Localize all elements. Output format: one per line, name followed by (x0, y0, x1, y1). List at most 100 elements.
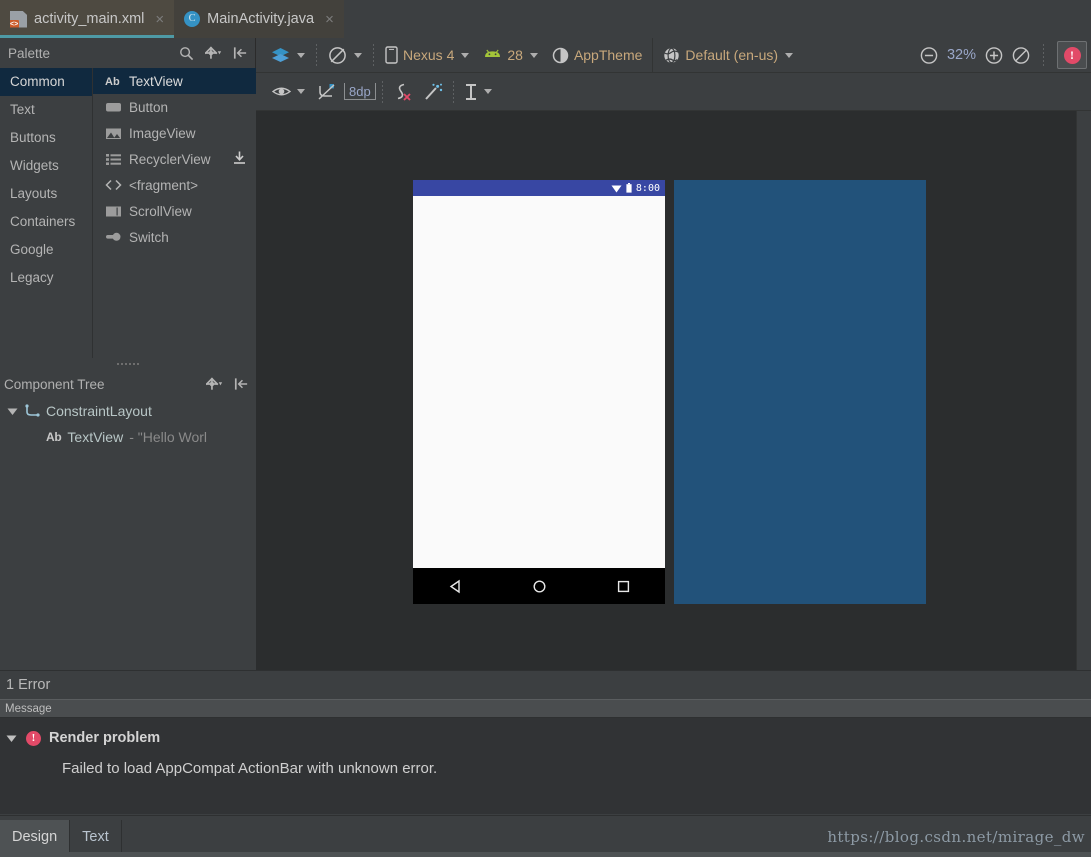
button-icon (105, 100, 122, 115)
close-icon[interactable]: × (325, 12, 334, 27)
globe-icon (663, 47, 680, 64)
design-toolbar: Nexus 4 28 AppTheme Default (en-us) 32% … (256, 37, 1091, 73)
battery-icon (626, 183, 632, 193)
palette-toolbar (177, 44, 249, 62)
tree-row-textview[interactable]: Ab TextView - "Hello Worl (0, 424, 256, 450)
palette-title: Palette (8, 45, 51, 61)
clear-constraints-button[interactable] (387, 80, 418, 104)
close-icon[interactable]: × (155, 12, 164, 27)
blueprint-preview[interactable] (674, 180, 926, 604)
palette-category-layouts[interactable]: Layouts (0, 180, 92, 208)
device-preview[interactable]: 8:00 (413, 180, 665, 604)
infer-constraints-button[interactable] (418, 80, 449, 104)
tree-row-constraintlayout[interactable]: ConstraintLayout (0, 398, 256, 424)
chevron-down-icon[interactable] (6, 405, 19, 418)
palette-item-switch[interactable]: Switch (93, 224, 256, 250)
device-content-area[interactable] (413, 196, 665, 568)
palette-item-label: <fragment> (129, 177, 199, 193)
right-tool-dock[interactable] (1076, 111, 1091, 670)
guidelines-button[interactable] (458, 80, 498, 104)
device-selector[interactable]: Nexus 4 (378, 42, 476, 68)
recyclerview-icon (105, 152, 122, 167)
component-tree-toolbar (205, 375, 250, 393)
palette-item-scrollview[interactable]: ScrollView (93, 198, 256, 224)
palette-category-buttons[interactable]: Buttons (0, 124, 92, 152)
toolbar-divider (373, 44, 374, 66)
xml-file-icon (10, 10, 27, 28)
default-margin-value[interactable]: 8dp (344, 83, 376, 100)
palette-category-legacy[interactable]: Legacy (0, 264, 92, 292)
tab-text[interactable]: Text (70, 820, 122, 853)
collapse-panel-icon[interactable] (232, 375, 250, 393)
palette-item-button[interactable]: Button (93, 94, 256, 120)
locale-selector[interactable]: Default (en-us) (656, 42, 800, 68)
palette-item-list: Ab TextView Button ImageView RecyclerVie… (93, 68, 256, 358)
panel-splitter[interactable] (0, 358, 256, 370)
scrollview-icon (105, 204, 122, 219)
view-options-button[interactable] (266, 80, 311, 104)
recents-square-icon[interactable] (616, 579, 631, 594)
toolbar-divider (652, 37, 654, 73)
chevron-down-icon (785, 52, 794, 58)
home-circle-icon[interactable] (532, 579, 547, 594)
textview-icon: Ab (105, 74, 122, 89)
device-status-bar: 8:00 (413, 180, 665, 196)
palette-category-common[interactable]: Common (0, 68, 92, 96)
download-icon[interactable] (233, 151, 246, 165)
design-canvas[interactable]: 8:00 (256, 111, 1091, 670)
theme-selector[interactable]: AppTheme (545, 42, 649, 68)
zoom-out-icon[interactable] (920, 46, 938, 64)
search-icon[interactable] (177, 44, 195, 62)
theme-contrast-icon (552, 47, 569, 64)
chevron-down-icon[interactable] (5, 732, 18, 745)
palette-item-textview[interactable]: Ab TextView (93, 68, 256, 94)
palette-category-text[interactable]: Text (0, 96, 92, 124)
orientation-button[interactable] (321, 42, 369, 68)
zoom-fit-icon[interactable] (1012, 46, 1030, 64)
design-mode-button[interactable] (264, 42, 312, 68)
textview-icon: Ab (46, 430, 62, 444)
chevron-down-icon (483, 89, 492, 94)
back-triangle-icon[interactable] (448, 579, 463, 594)
palette-category-list: Common Text Buttons Widgets Layouts Cont… (0, 68, 93, 358)
error-summary: 1 Error (0, 670, 1091, 699)
chevron-down-icon (297, 52, 305, 58)
clear-constraints-icon (393, 83, 412, 101)
fragment-icon (105, 178, 122, 193)
error-badge-button[interactable]: ! (1057, 41, 1087, 69)
component-tree-body: ConstraintLayout Ab TextView - "Hello Wo… (0, 398, 256, 690)
tab-design[interactable]: Design (0, 820, 71, 853)
layers-icon (271, 47, 290, 63)
api-level-selector[interactable]: 28 (476, 42, 545, 68)
error-row[interactable]: ! Render problem (0, 726, 1091, 750)
switch-icon (105, 230, 122, 245)
palette-category-containers[interactable]: Containers (0, 208, 92, 236)
render-problems-panel: 1 Error Message ! Render problem Failed … (0, 670, 1091, 815)
zoom-in-icon[interactable] (985, 46, 1003, 64)
collapse-panel-icon[interactable] (231, 44, 249, 62)
chevron-down-icon (461, 52, 470, 58)
palette-item-label: Button (129, 99, 169, 115)
palette-category-google[interactable]: Google (0, 236, 92, 264)
gear-icon[interactable] (204, 44, 222, 62)
component-tree-title: Component Tree (4, 376, 105, 392)
editor-tab-label: activity_main.xml (34, 11, 145, 27)
palette-item-imageview[interactable]: ImageView (93, 120, 256, 146)
eye-icon (272, 85, 291, 98)
palette-item-recyclerview[interactable]: RecyclerView (93, 146, 256, 172)
rotate-icon (328, 46, 347, 65)
constraintlayout-icon (25, 404, 40, 418)
editor-tab-activity-main-xml[interactable]: activity_main.xml × (0, 0, 175, 38)
theme-label: AppTheme (573, 47, 643, 63)
magic-wand-icon (424, 83, 443, 101)
palette-item-fragment[interactable]: <fragment> (93, 172, 256, 198)
autoconnect-button[interactable] (311, 80, 342, 104)
chevron-down-icon (529, 52, 538, 58)
constraint-toolbar: 8dp (256, 73, 1091, 111)
editor-tab-label: MainActivity.java (207, 11, 315, 27)
zoom-level-label: 32% (946, 47, 976, 63)
palette-category-widgets[interactable]: Widgets (0, 152, 92, 180)
gear-icon[interactable] (205, 375, 223, 393)
editor-tab-mainactivity-java[interactable]: C MainActivity.java × (174, 0, 344, 38)
toolbar-divider (316, 44, 317, 66)
